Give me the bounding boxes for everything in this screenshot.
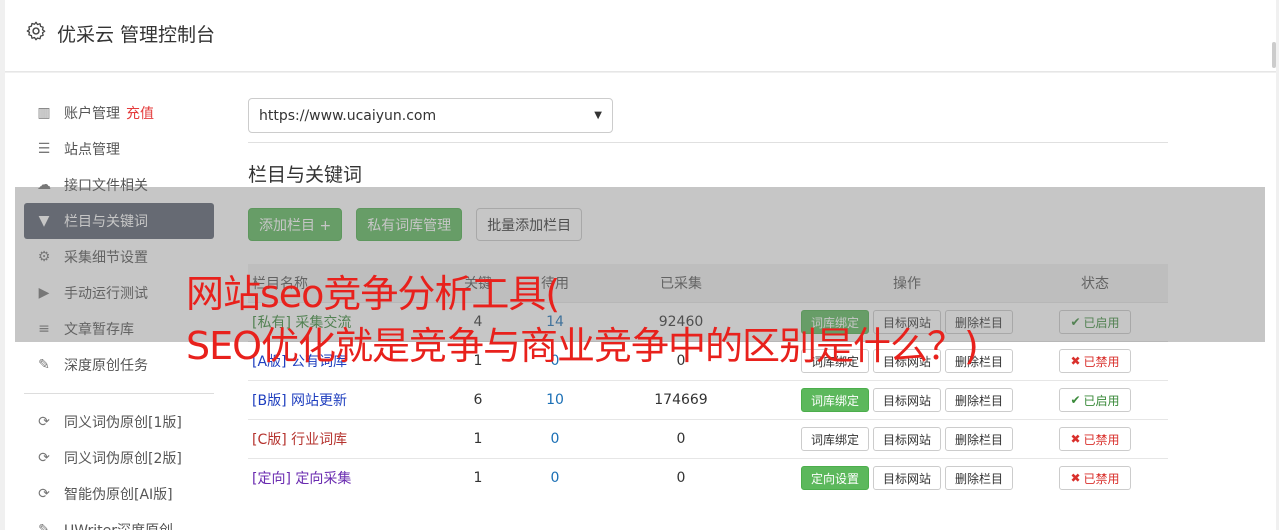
status-toggle[interactable]: ✖ 已禁用 <box>1059 349 1131 373</box>
keyword-count: 1 <box>473 470 483 486</box>
check-icon: ✔ <box>1070 393 1081 407</box>
ops-cell: 词库绑定 目标网站 删除栏目 <box>777 427 1037 451</box>
column-name-cell[interactable]: [B版] 网站更新 <box>248 390 416 410</box>
column-name[interactable]: 行业词库 <box>291 432 347 448</box>
content-area: https://www.ucaiyun.com ▼ 栏目与关键词 添加栏目 + … <box>248 98 1168 490</box>
status-label: 已禁用 <box>1083 354 1120 369</box>
column-tag: [B版] <box>252 393 287 409</box>
column-name-cell[interactable]: [定向] 定向采集 <box>248 468 416 488</box>
delete-column-button[interactable]: 删除栏目 <box>945 466 1014 490</box>
status-label: 已禁用 <box>1083 432 1120 447</box>
status-toggle[interactable]: ✖ 已禁用 <box>1059 466 1131 490</box>
status-cell: ✖ 已禁用 <box>1037 349 1153 373</box>
sidebar-item-label: 同义词伪原创[2版] <box>64 451 182 467</box>
sidebar-item-label: 站点管理 <box>64 142 120 158</box>
column-name[interactable]: 定向采集 <box>295 471 351 487</box>
column-tag: [C版] <box>252 432 287 448</box>
column-name[interactable]: 网站更新 <box>291 393 347 409</box>
pending-count[interactable]: 10 <box>525 392 585 408</box>
site-select[interactable]: https://www.ucaiyun.com ▼ <box>248 98 613 133</box>
status-label: 已启用 <box>1083 393 1120 408</box>
close-icon: ✖ <box>1070 432 1081 446</box>
sidebar-item-label: 同义词伪原创[1版] <box>64 415 182 431</box>
table-row: [C版] 行业词库 1 0 0 词库绑定 目标网站 删除栏目 ✖ 已禁用 <box>248 419 1168 458</box>
headline-line1: 网站seo竞争分析工具( <box>186 272 560 316</box>
collected-count: 174669 <box>654 392 708 408</box>
recharge-link[interactable]: 充值 <box>126 103 154 123</box>
sidebar-item-label: 深度原创任务 <box>64 358 148 374</box>
close-icon: ✖ <box>1070 354 1081 368</box>
headline-line2: SEO优化就是竞争与商业竞争中的区别是什么？) <box>186 324 979 368</box>
sidebar-divider <box>24 393 214 394</box>
sidebar-item[interactable]: ☰ 站点管理 <box>24 131 214 167</box>
chevron-down-icon: ▼ <box>594 110 602 121</box>
site-select-value: https://www.ucaiyun.com <box>259 107 437 124</box>
sidebar-item[interactable]: ▥ 账户管理 充值 <box>24 95 214 131</box>
status-cell: ✔ 已启用 <box>1037 388 1153 412</box>
refresh-icon: ⟳ <box>38 450 50 466</box>
target-site-button[interactable]: 目标网站 <box>872 388 941 412</box>
column-tag: [定向] <box>252 471 291 487</box>
sidebar-item-label: UWriter深度原创 <box>64 520 173 530</box>
refresh-icon: ⟳ <box>38 486 50 502</box>
target-site-button[interactable]: 目标网站 <box>872 427 941 451</box>
headline: 网站seo竞争分析工具( SEO优化就是竞争与商业竞争中的区别是什么？) <box>186 268 979 372</box>
bar-chart-icon: ▥ <box>37 105 51 121</box>
top-bar: 优采云 管理控制台 <box>5 0 1276 72</box>
keyword-count: 1 <box>473 431 483 447</box>
keyword-count: 6 <box>473 392 483 408</box>
sidebar-item[interactable]: ⟳ 同义词伪原创[1版] <box>24 404 214 440</box>
collected-count: 0 <box>676 470 686 486</box>
sidebar-item[interactable]: ⟳ 智能伪原创[AI版] <box>24 476 214 512</box>
pending-count[interactable]: 0 <box>525 431 585 447</box>
table-row: [定向] 定向采集 1 0 0 定向设置 目标网站 删除栏目 ✖ 已禁用 <box>248 458 1168 497</box>
bind-lib-button[interactable]: 词库绑定 <box>800 427 869 451</box>
sidebar-item-label: 智能伪原创[AI版] <box>64 487 173 503</box>
edit-icon: ✎ <box>38 522 50 530</box>
sidebar-item[interactable]: ⟳ 同义词伪原创[2版] <box>24 440 214 476</box>
status-cell: ✖ 已禁用 <box>1037 427 1153 451</box>
collected-count: 0 <box>676 431 686 447</box>
bind-lib-button[interactable]: 词库绑定 <box>800 388 869 412</box>
target-site-button[interactable]: 目标网站 <box>872 466 941 490</box>
close-icon: ✖ <box>1070 471 1081 485</box>
status-label: 已禁用 <box>1083 471 1120 486</box>
table-row: [B版] 网站更新 6 10 174669 词库绑定 目标网站 删除栏目 ✔ 已启用 <box>248 380 1168 419</box>
server-icon: ☰ <box>37 141 51 157</box>
bind-lib-button[interactable]: 定向设置 <box>800 466 869 490</box>
column-name-cell[interactable]: [C版] 行业词库 <box>248 429 416 449</box>
scrollbar[interactable] <box>1272 42 1276 68</box>
gear-icon <box>26 21 46 41</box>
ops-cell: 词库绑定 目标网站 删除栏目 <box>777 388 1037 412</box>
sidebar-item[interactable]: ✎ UWriter深度原创 <box>24 512 214 530</box>
edit-icon: ✎ <box>38 357 50 373</box>
delete-column-button[interactable]: 删除栏目 <box>945 388 1014 412</box>
delete-column-button[interactable]: 删除栏目 <box>945 427 1014 451</box>
refresh-icon: ⟳ <box>38 414 50 430</box>
ops-cell: 定向设置 目标网站 删除栏目 <box>777 466 1037 490</box>
sidebar-item-label: 账户管理 <box>64 106 120 122</box>
status-toggle[interactable]: ✖ 已禁用 <box>1059 427 1131 451</box>
status-cell: ✖ 已禁用 <box>1037 466 1153 490</box>
divider <box>248 142 1168 143</box>
pending-count[interactable]: 0 <box>525 470 585 486</box>
section-title: 栏目与关键词 <box>248 164 363 186</box>
status-toggle[interactable]: ✔ 已启用 <box>1059 388 1131 412</box>
app-title: 优采云 管理控制台 <box>57 24 216 46</box>
